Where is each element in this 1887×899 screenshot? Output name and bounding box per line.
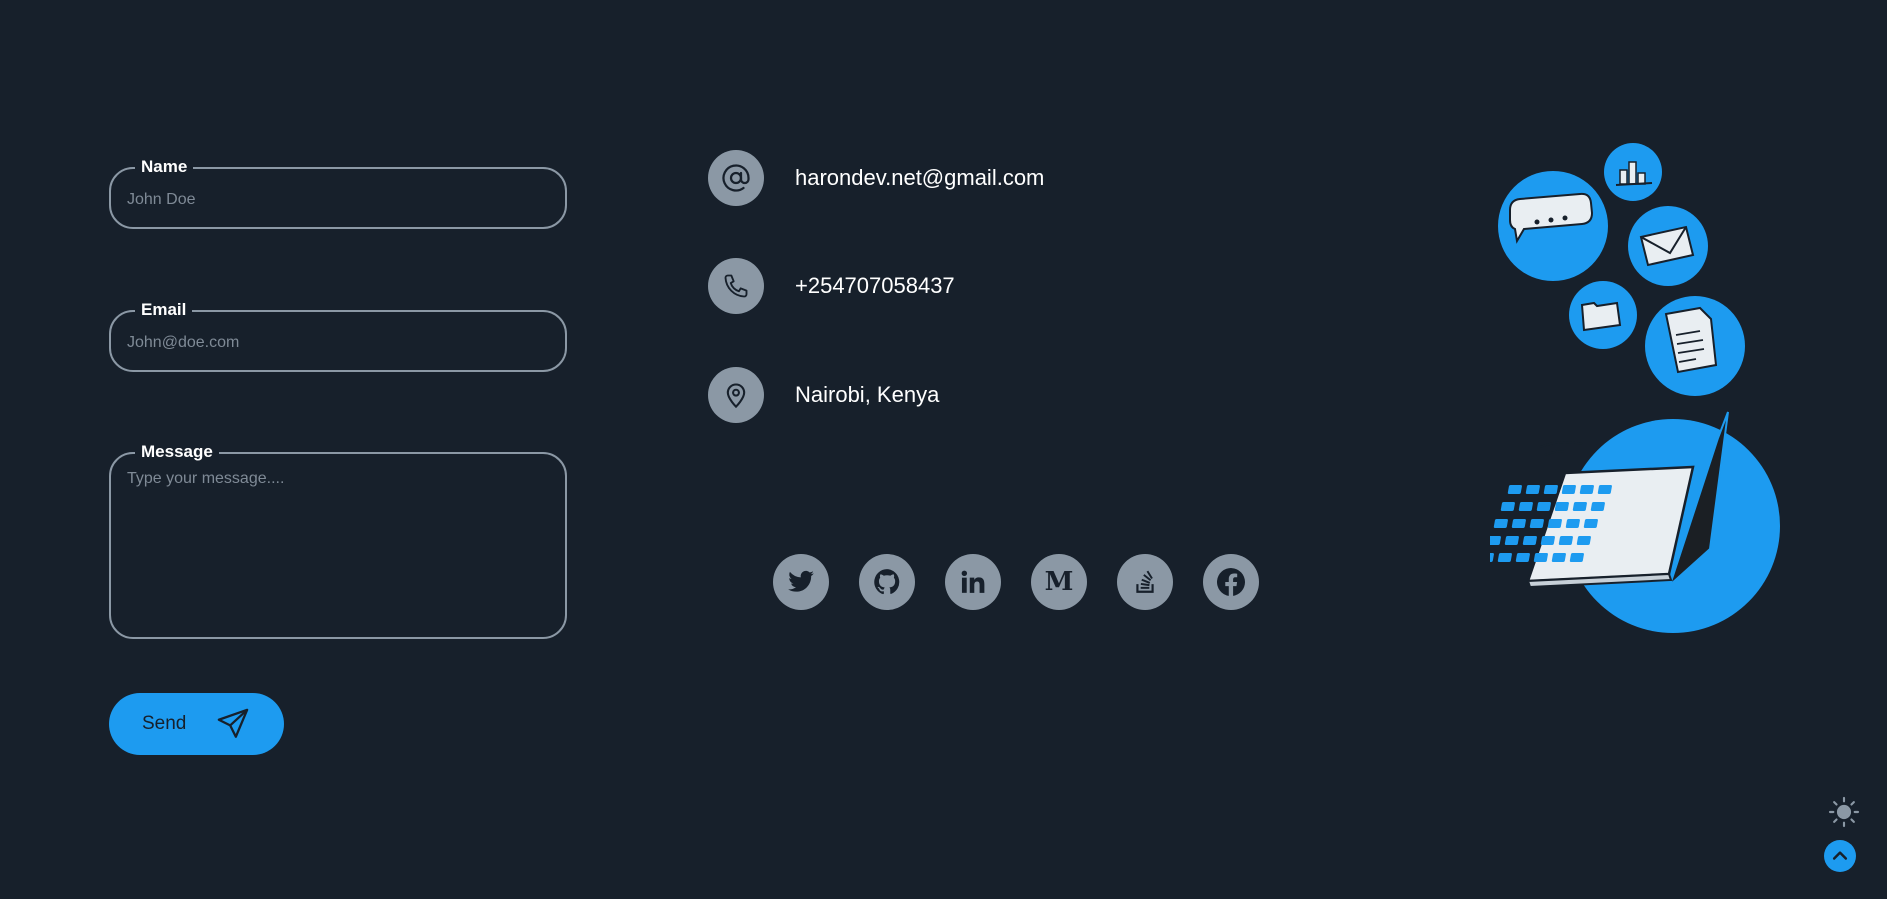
laptop-key (1565, 519, 1580, 528)
sun-icon (1828, 796, 1860, 828)
contact-illustration (1490, 143, 1780, 633)
laptop-key (1590, 502, 1605, 511)
medium-link[interactable]: M (1031, 554, 1087, 610)
stackoverflow-link[interactable] (1117, 554, 1173, 610)
message-label: Message (135, 441, 219, 463)
laptop-key (1507, 485, 1522, 494)
github-icon (874, 569, 900, 595)
laptop-key (1576, 536, 1591, 545)
laptop-key (1522, 536, 1537, 545)
laptop-key (1543, 485, 1558, 494)
map-pin-icon (708, 367, 764, 423)
send-button-label: Send (142, 713, 187, 734)
contact-location-text: Nairobi, Kenya (795, 382, 940, 407)
laptop-key (1558, 536, 1573, 545)
laptop-key (1500, 502, 1515, 511)
laptop-key (1597, 485, 1612, 494)
linkedin-link[interactable] (945, 554, 1001, 610)
laptop-key (1561, 485, 1576, 494)
email-input[interactable] (125, 331, 551, 355)
social-links: M (773, 554, 1259, 610)
laptop-key (1572, 502, 1587, 511)
theme-toggle-button[interactable] (1828, 796, 1860, 828)
laptop-key (1583, 519, 1598, 528)
laptop-key (1511, 519, 1526, 528)
name-label: Name (135, 156, 194, 178)
twitter-icon (788, 570, 814, 592)
laptop-key (1569, 553, 1584, 562)
scroll-to-top-button[interactable] (1824, 840, 1856, 872)
laptop-key (1554, 502, 1569, 511)
document-icon (1645, 296, 1745, 396)
laptop-key (1490, 553, 1494, 562)
medium-icon: M (1044, 567, 1074, 597)
chevron-up-icon (1832, 851, 1848, 860)
contact-location-row: Nairobi, Kenya (708, 367, 939, 423)
message-textarea[interactable] (125, 468, 551, 623)
chat-bubble-icon (1498, 171, 1608, 281)
laptop-key (1536, 502, 1551, 511)
laptop-key (1497, 553, 1512, 562)
laptop-key (1533, 553, 1548, 562)
contact-phone-row: +254707058437 (708, 258, 955, 314)
contact-email-text: harondev.net@gmail.com (795, 165, 1045, 190)
facebook-link[interactable] (1203, 554, 1259, 610)
laptop-icon (1490, 411, 1780, 633)
laptop-key (1529, 519, 1544, 528)
send-button[interactable]: Send (109, 693, 284, 755)
laptop-key (1518, 502, 1533, 511)
at-sign-icon (708, 150, 764, 206)
contact-phone-text: +254707058437 (795, 273, 955, 298)
phone-icon (708, 258, 764, 314)
laptop-key (1547, 519, 1562, 528)
email-label: Email (135, 299, 193, 321)
name-input[interactable] (125, 188, 551, 212)
linkedin-icon (961, 570, 985, 593)
laptop-key (1504, 536, 1519, 545)
name-field-wrapper: Name (109, 156, 567, 229)
facebook-icon (1217, 568, 1245, 596)
bar-chart-icon (1604, 143, 1662, 201)
contact-email-row: harondev.net@gmail.com (708, 150, 1044, 206)
laptop-key (1579, 485, 1594, 494)
laptop-key (1540, 536, 1555, 545)
twitter-link[interactable] (773, 554, 829, 610)
laptop-key (1493, 519, 1508, 528)
laptop-key (1490, 536, 1501, 545)
envelope-icon (1628, 206, 1708, 286)
laptop-key (1515, 553, 1530, 562)
laptop-key (1551, 553, 1566, 562)
laptop-key (1525, 485, 1540, 494)
github-link[interactable] (859, 554, 915, 610)
message-field-wrapper: Message (109, 441, 567, 639)
paper-plane-icon (217, 708, 249, 738)
folder-icon (1569, 281, 1637, 349)
email-field-wrapper: Email (109, 299, 567, 372)
stackoverflow-icon (1136, 570, 1154, 593)
